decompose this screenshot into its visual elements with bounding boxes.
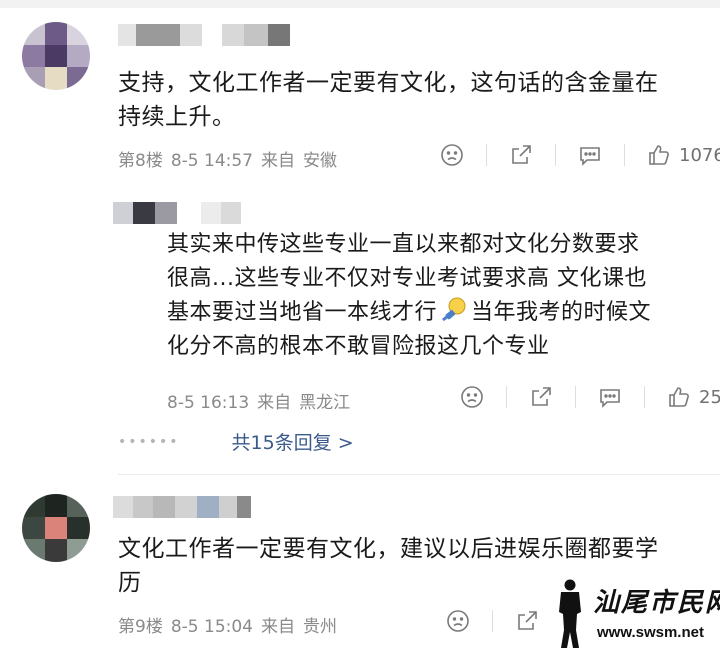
divider: [506, 386, 507, 408]
location-prefix: 来自: [257, 393, 292, 413]
divider: [624, 144, 625, 166]
sad-face-icon[interactable]: [446, 609, 470, 633]
reply-line: 基本要过当地省一本线才行 当年我考的时候文: [167, 296, 651, 330]
comment-meta: 第9楼 8-5 15:04 来自 贵州: [118, 612, 345, 637]
comment-text: 支持，文化工作者一定要有文化，这句话的含金量在 持续上升。: [118, 66, 659, 134]
comment-date: 8-5 15:04: [170, 617, 253, 637]
floor-number: 第9楼: [118, 617, 163, 637]
reply-meta: 8-5 16:13 来自 黑龙江: [167, 388, 358, 413]
divider: [555, 144, 556, 166]
comment-bubble-icon[interactable]: [578, 143, 602, 167]
share-icon[interactable]: [509, 143, 533, 167]
reply-line-part: 基本要过当地省一本线才行: [167, 300, 438, 325]
more-replies-link[interactable]: •••••• 共15条回复 >: [118, 428, 354, 455]
statue-silhouette-icon: [559, 579, 581, 648]
reply-date: 8-5 16:13: [167, 393, 250, 413]
location-prefix: 来自: [261, 617, 295, 637]
site-watermark: 汕尾市民网 www.swsm.net: [553, 578, 720, 652]
username-blurred[interactable]: [118, 24, 290, 46]
floor-number: 第8楼: [118, 151, 163, 171]
watermark-url: www.swsm.net: [597, 624, 704, 641]
comment-actions: [446, 609, 539, 633]
reply-username-blurred[interactable]: [113, 202, 241, 224]
reply-line: 化分不高的根本不敢冒险报这几个专业: [167, 334, 550, 359]
reply-text: 其实来中传这些专业一直以来都对文化分数要求 很高...这些专业不仅对专业考试要求…: [167, 228, 651, 364]
dots-icon: ••••••: [118, 433, 180, 450]
divider: [486, 144, 487, 166]
username-blurred[interactable]: [113, 496, 251, 518]
like-count: 25: [699, 386, 720, 408]
share-icon[interactable]: [515, 609, 539, 633]
avatar[interactable]: [22, 22, 90, 90]
avatar[interactable]: [22, 494, 90, 562]
location-prefix: 来自: [261, 151, 295, 171]
reply-line-part: 当年我考的时候文: [471, 300, 652, 325]
comment-date: 8-5 14:57: [170, 151, 253, 171]
comment-line: 支持，文化工作者一定要有文化，这句话的含金量在: [118, 70, 659, 96]
comment-bubble-icon[interactable]: [598, 385, 622, 409]
comment-location: 贵州: [303, 617, 337, 637]
more-replies-label[interactable]: 共15条回复 >: [232, 428, 354, 455]
bulb-emoji-icon: [442, 297, 466, 322]
comment-meta: 第8楼 8-5 14:57 来自 安徽: [118, 146, 345, 171]
divider: [644, 386, 645, 408]
sad-face-icon[interactable]: [440, 143, 464, 167]
comment-line: 持续上升。: [118, 104, 236, 130]
thumbs-up-icon[interactable]: [667, 385, 691, 409]
thumbs-up-icon[interactable]: [647, 143, 671, 167]
reply-actions: 25: [460, 385, 720, 409]
reply-location: 黑龙江: [299, 393, 351, 413]
sad-face-icon[interactable]: [460, 385, 484, 409]
comment-divider: [118, 474, 720, 475]
divider: [575, 386, 576, 408]
share-icon[interactable]: [529, 385, 553, 409]
reply-line: 很高...这些专业不仅对专业考试要求高 文化课也: [167, 266, 647, 291]
top-separator: [0, 0, 720, 8]
divider: [492, 610, 493, 632]
comment-actions: 1076: [440, 143, 720, 167]
reply-line: 其实来中传这些专业一直以来都对文化分数要求: [167, 232, 640, 257]
comment-line: 文化工作者一定要有文化，建议以后进娱乐圈都要学: [118, 536, 659, 562]
comment-location: 安徽: [303, 151, 337, 171]
watermark-title: 汕尾市民网: [593, 588, 720, 618]
like-count: 1076: [679, 144, 720, 166]
